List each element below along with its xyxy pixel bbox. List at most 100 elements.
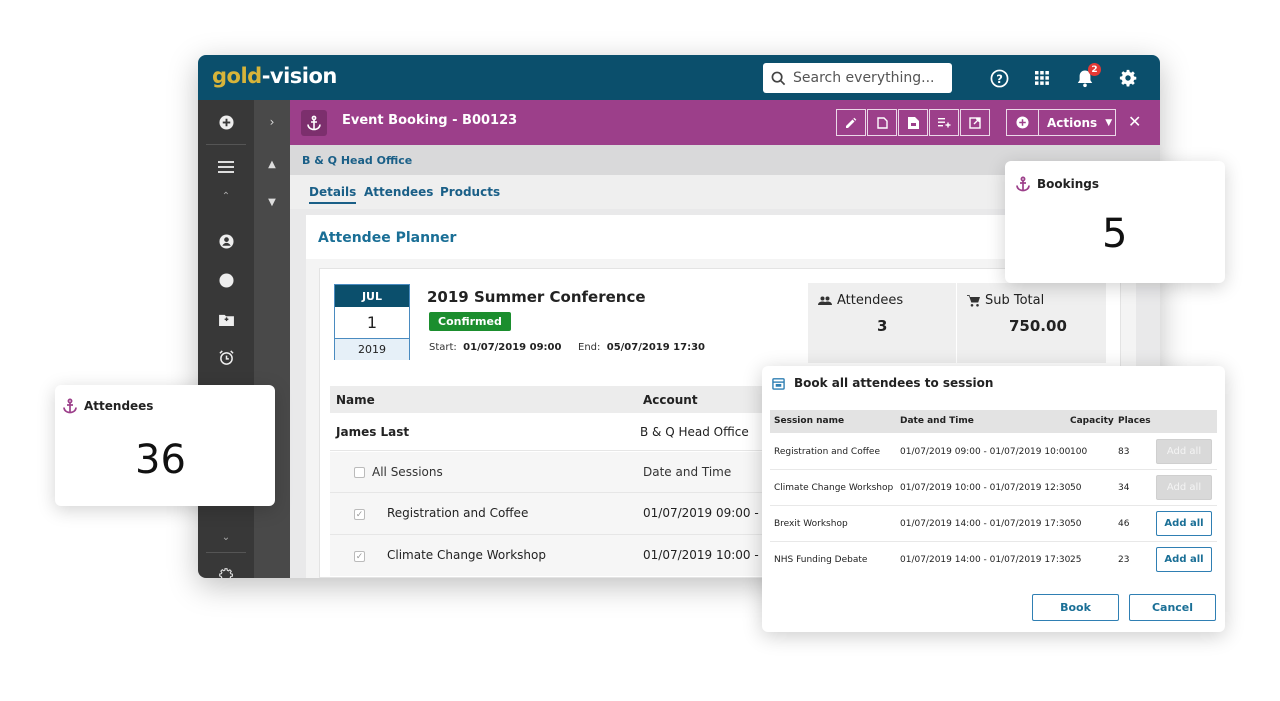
session-capacity: 50: [1070, 519, 1082, 529]
settings-gear-icon[interactable]: [1116, 66, 1140, 90]
menu-icon[interactable]: [198, 148, 254, 186]
external-link-icon: [969, 116, 981, 129]
add-all-button: Add all: [1156, 475, 1212, 500]
session-checkbox[interactable]: ✓: [354, 551, 365, 562]
open-external-button[interactable]: [960, 109, 990, 136]
event-end: End: 05/07/2019 17:30: [578, 342, 705, 353]
actions-label: Actions: [1047, 115, 1098, 130]
actions-dropdown-button[interactable]: Actions ▼: [1006, 109, 1116, 136]
file-save-icon: [907, 116, 919, 129]
calendar-icon: [772, 377, 785, 390]
close-record-icon[interactable]: ✕: [1128, 112, 1141, 131]
session-name: Registration and Coffee: [387, 506, 529, 520]
contact-icon[interactable]: [198, 222, 254, 260]
anchor-icon: [301, 110, 327, 136]
add-all-button: Add all: [1156, 439, 1212, 464]
session-places: 46: [1118, 519, 1130, 529]
table-row: Brexit Workshop 01/07/2019 14:00 - 01/07…: [770, 506, 1217, 542]
document-button[interactable]: [867, 109, 897, 136]
session-datetime: 01/07/2019 14:00 - 01/07/2019 17:30: [900, 555, 1071, 565]
planner-title: Attendee Planner: [318, 230, 457, 246]
sidebar-scroll-up-icon[interactable]: ⌃: [198, 184, 254, 208]
attendee-account: B & Q Head Office: [640, 425, 749, 439]
event-start: Start: 01/07/2019 09:00: [429, 342, 561, 353]
logo-gold-text: gold: [212, 64, 262, 88]
attendee-name: James Last: [336, 425, 410, 439]
all-sessions-label: All Sessions: [372, 465, 443, 479]
table-row: Registration and Coffee 01/07/2019 09:00…: [770, 434, 1217, 470]
book-button[interactable]: Book: [1032, 594, 1119, 621]
table-row: Climate Change Workshop 01/07/2019 10:00…: [770, 470, 1217, 506]
folder-icon[interactable]: [198, 300, 254, 338]
event-stats: Attendees 3 Sub Total 750.00: [808, 283, 1106, 363]
tab-attendees[interactable]: Attendees: [364, 185, 433, 199]
session-places: 83: [1118, 447, 1130, 457]
all-sessions-checkbox[interactable]: [354, 467, 365, 478]
edit-pencil-button[interactable]: [836, 109, 866, 136]
session-capacity: 25: [1070, 555, 1082, 565]
add-all-button[interactable]: Add all: [1156, 511, 1212, 536]
col-name: Name: [336, 393, 375, 407]
record-header-bar: Event Booking - B00123 Actions ▼ ✕: [290, 100, 1160, 145]
notification-count-badge: 2: [1088, 63, 1101, 76]
col-session-name: Session name: [774, 416, 845, 426]
list-add-icon: [937, 118, 950, 128]
caret-down-icon: ▼: [1105, 117, 1113, 128]
session-places: 34: [1118, 483, 1130, 493]
notifications-bell-icon[interactable]: 2: [1073, 63, 1101, 90]
cancel-button[interactable]: Cancel: [1129, 594, 1216, 621]
session-name: Climate Change Workshop: [774, 483, 894, 493]
expand-chevron-right-icon[interactable]: ›: [254, 110, 290, 134]
settings-cog-icon[interactable]: [198, 556, 254, 578]
attendees-card-label: Attendees: [62, 398, 153, 414]
anchor-icon: [1016, 176, 1030, 192]
search-placeholder: Search everything...: [793, 70, 935, 86]
attendees-card: Attendees 36: [55, 385, 275, 506]
add-to-list-button[interactable]: [929, 109, 959, 136]
col-capacity: Capacity: [1070, 416, 1114, 426]
tab-details[interactable]: Details: [309, 185, 357, 204]
people-icon: [818, 296, 832, 305]
bookings-card: Bookings 5: [1005, 161, 1225, 283]
chevron-down-icon[interactable]: ▼: [254, 190, 290, 214]
record-circle-icon[interactable]: [198, 261, 254, 299]
session-datetime: 01/07/2019 10:00 - 0: [643, 548, 771, 562]
sidebar-scroll-down-icon[interactable]: ⌄: [198, 525, 254, 549]
attendees-stat-label: Attendees: [818, 293, 903, 308]
session-datetime: 01/07/2019 09:00 - 0: [643, 506, 771, 520]
session-name: Brexit Workshop: [774, 519, 848, 529]
event-year: 2019: [335, 339, 409, 360]
end-label: End:: [578, 342, 601, 353]
cart-icon: [967, 294, 980, 307]
plus-circle-icon: [1007, 110, 1039, 135]
tab-products[interactable]: Products: [440, 185, 500, 199]
document-icon: [876, 116, 888, 129]
alarm-clock-icon[interactable]: [198, 338, 254, 376]
top-navbar: gold-vision Search everything... ? 2: [198, 55, 1160, 100]
save-document-button[interactable]: [898, 109, 928, 136]
attendees-count: 36: [135, 437, 186, 483]
gold-vision-logo[interactable]: gold-vision: [212, 64, 337, 88]
svg-text:?: ?: [996, 71, 1003, 85]
record-title: Event Booking - B00123: [342, 113, 518, 128]
session-datetime: 01/07/2019 10:00 - 01/07/2019 12:30: [900, 483, 1071, 493]
logo-rest-text: -vision: [261, 64, 338, 88]
breadcrumb-account-link[interactable]: B & Q Head Office: [302, 154, 412, 167]
session-checkbox[interactable]: ✓: [354, 509, 365, 520]
add-circle-icon[interactable]: [198, 103, 254, 141]
sidebar-divider: [206, 552, 246, 553]
chevron-up-icon[interactable]: ▲: [254, 152, 290, 176]
event-name: 2019 Summer Conference: [427, 288, 646, 306]
session-datetime: 01/07/2019 09:00 - 01/07/2019 10:00: [900, 447, 1071, 457]
subtotal-stat-label: Sub Total: [967, 293, 1044, 308]
end-value: 05/07/2019 17:30: [606, 342, 706, 353]
global-search-input[interactable]: Search everything...: [763, 63, 952, 93]
subtotal-stat: Sub Total 750.00: [957, 283, 1106, 363]
help-icon[interactable]: ?: [987, 66, 1011, 90]
session-name: Registration and Coffee: [774, 447, 880, 457]
add-all-button[interactable]: Add all: [1156, 547, 1212, 572]
subtotal-stat-value: 750.00: [1009, 317, 1067, 335]
session-datetime: 01/07/2019 14:00 - 01/07/2019 17:30: [900, 519, 1071, 529]
apps-grid-icon[interactable]: [1030, 66, 1054, 90]
event-day: 1: [335, 307, 409, 339]
